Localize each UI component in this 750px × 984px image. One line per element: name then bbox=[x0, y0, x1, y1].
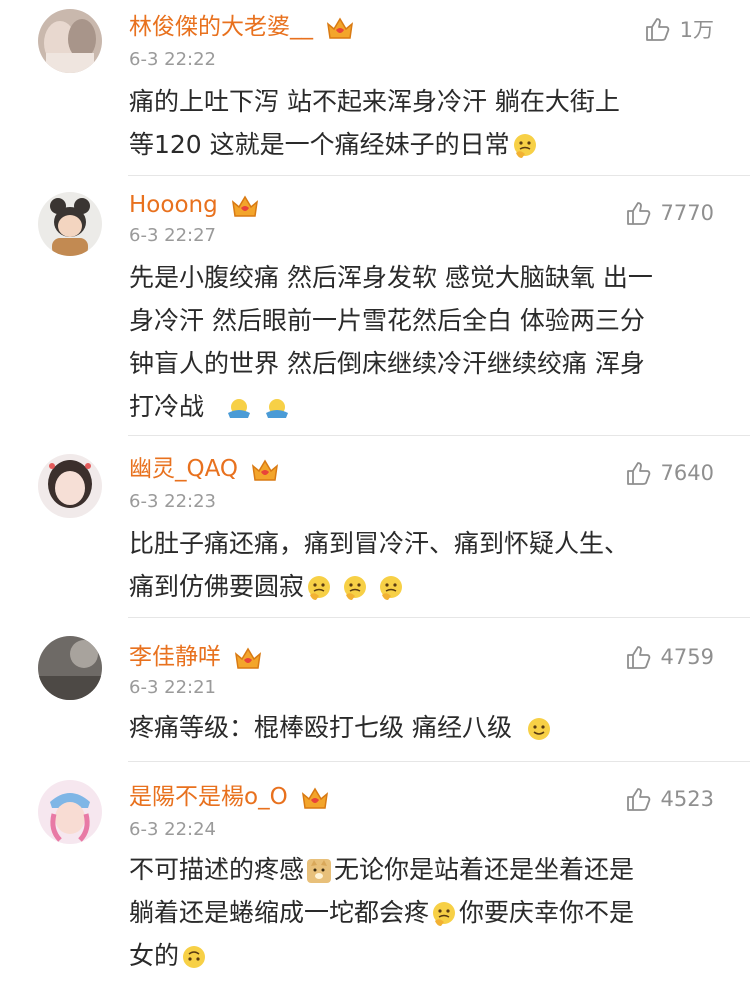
comment-text: 不可描述的疼感 无论你是站着还是坐着还是 躺着还是蜷缩成一坨都会疼 你要庆幸你不是 … bbox=[129, 855, 635, 970]
crown-badge-icon bbox=[252, 459, 279, 481]
username[interactable]: 李佳静咩 bbox=[129, 642, 262, 672]
thinking-emoji-icon bbox=[344, 576, 367, 600]
comment-time: 6-3 22:22 bbox=[129, 49, 216, 70]
like-count: 7770 bbox=[660, 201, 714, 225]
avatar[interactable] bbox=[38, 192, 102, 256]
comment-time: 6-3 22:27 bbox=[129, 225, 216, 246]
thumbs-up-icon bbox=[626, 646, 650, 669]
like-button[interactable]: 4759 bbox=[625, 642, 714, 672]
username[interactable]: 是陽不是楊o_O bbox=[129, 782, 329, 812]
avatar[interactable] bbox=[38, 454, 102, 518]
thumbs-up-icon bbox=[626, 202, 650, 225]
username[interactable]: Hooong bbox=[129, 190, 259, 220]
crown-badge-icon bbox=[327, 17, 354, 39]
comment-text: 痛的上吐下泻 站不起来浑身冷汗 躺在大街上 等120 这就是一个痛经妹子的日常 bbox=[129, 87, 620, 159]
comment-time: 6-3 22:23 bbox=[129, 491, 216, 512]
like-button[interactable]: 7770 bbox=[625, 198, 714, 228]
comment-text: 比肚子痛还痛，痛到冒冷汗、痛到怀疑人生、 痛到仿佛要圆寂 bbox=[129, 529, 630, 601]
thumbs-up-icon bbox=[626, 462, 650, 485]
like-button[interactable]: 7640 bbox=[625, 458, 714, 488]
crown-badge-icon bbox=[301, 787, 329, 809]
comment-time: 6-3 22:24 bbox=[129, 819, 216, 840]
avatar[interactable] bbox=[38, 780, 102, 844]
thumbs-up-icon bbox=[626, 788, 650, 811]
thinking-emoji-icon bbox=[380, 576, 403, 600]
avatar[interactable] bbox=[38, 636, 102, 700]
comment-item: 是陽不是楊o_O 6-3 22:24 4523 不可描述的疼感 无论你是站着还是坐… bbox=[0, 762, 750, 984]
thinking-emoji-icon bbox=[308, 576, 331, 600]
shrug-emoji-icon bbox=[227, 399, 250, 418]
comment-item: 林俊傑的大老婆__ 6-3 22:22 1万 痛的上吐下泻 站不起来浑身冷汗 躺… bbox=[0, 0, 750, 176]
like-button[interactable]: 1万 bbox=[644, 14, 714, 44]
like-count: 4523 bbox=[660, 787, 714, 811]
avatar[interactable] bbox=[38, 9, 102, 73]
comment-time: 6-3 22:21 bbox=[129, 677, 216, 698]
comment-item: 李佳静咩 6-3 22:21 4759 疼痛等级：棍棒殴打七级 痛经八级 bbox=[0, 618, 750, 762]
comment-text: 先是小腹绞痛 然后浑身发软 感觉大脑缺氧 出一 身冷汗 然后眼前一片雪花然后全白… bbox=[129, 263, 653, 421]
thinking-emoji-icon bbox=[513, 134, 536, 158]
smile-emoji-icon bbox=[527, 718, 550, 740]
username[interactable]: 幽灵_QAQ bbox=[129, 454, 279, 484]
comment-text: 疼痛等级：棍棒殴打七级 痛经八级 bbox=[129, 706, 719, 749]
comment-item: Hooong 6-3 22:27 7770 先是小腹绞痛 然后浑身发软 感觉大脑… bbox=[0, 176, 750, 436]
username[interactable]: 林俊傑的大老婆__ bbox=[129, 12, 354, 42]
comment-item: 幽灵_QAQ 6-3 22:23 7640 比肚子痛还痛，痛到冒冷汗、痛到怀疑人… bbox=[0, 436, 750, 618]
thumbs-up-icon bbox=[645, 18, 669, 41]
thinking-emoji-icon bbox=[433, 902, 456, 926]
doge-emoji-icon bbox=[307, 859, 332, 883]
comment-list: 林俊傑的大老婆__ 6-3 22:22 1万 痛的上吐下泻 站不起来浑身冷汗 躺… bbox=[0, 0, 750, 984]
like-count: 4759 bbox=[660, 645, 714, 669]
like-count: 1万 bbox=[679, 18, 714, 42]
like-count: 7640 bbox=[660, 461, 714, 485]
shrug-emoji-icon bbox=[265, 399, 288, 418]
like-button[interactable]: 4523 bbox=[625, 784, 714, 814]
upside-down-face-icon bbox=[183, 946, 206, 968]
crown-badge-icon bbox=[235, 647, 262, 669]
crown-badge-icon bbox=[231, 195, 259, 217]
